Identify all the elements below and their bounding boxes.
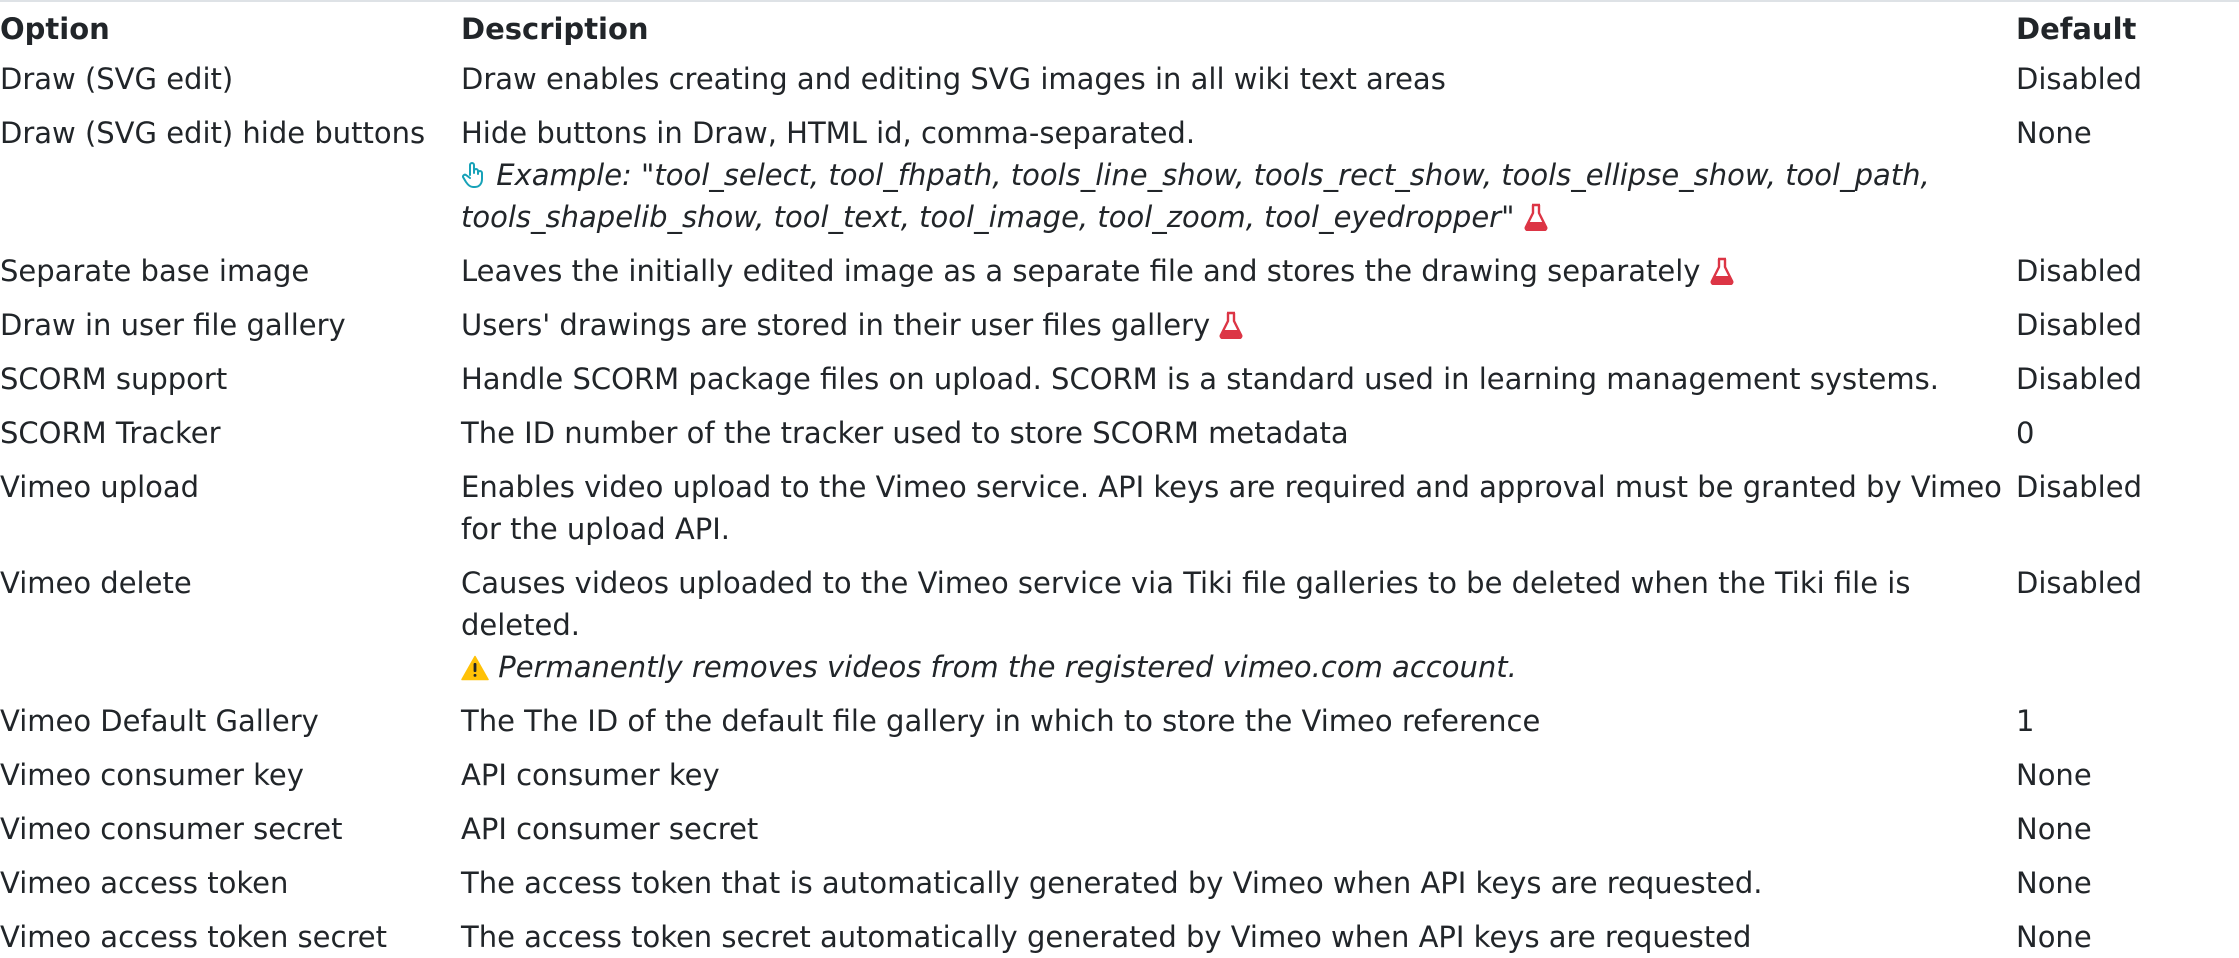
example-note: Example: "tool_select, tool_fhpath, tool… [461, 154, 2008, 238]
pointing-hand-icon [461, 161, 487, 189]
default-cell: None [2016, 116, 2092, 150]
table-wrapper: Option Description Default Draw (SVG edi… [0, 0, 2237, 958]
description-cell: Draw enables creating and editing SVG im… [461, 62, 1446, 96]
description-cell: Causes videos uploaded to the Vimeo serv… [453, 558, 2008, 696]
description-text: Users' drawings are stored in their user… [461, 308, 1211, 342]
warning-note: Permanently removes videos from the regi… [461, 646, 2008, 688]
option-cell: Vimeo access token [0, 866, 289, 900]
option-cell: Vimeo delete [0, 566, 192, 600]
option-cell: Separate base image [0, 254, 310, 288]
description-cell: The access token that is automatically g… [461, 866, 1763, 900]
description-cell: Hide buttons in Draw, HTML id, comma-sep… [453, 108, 2008, 246]
description-cell: The access token secret automatically ge… [461, 920, 1752, 954]
description-cell: The The ID of the default file gallery i… [461, 704, 1541, 738]
preferences-page: Option Description Default Draw (SVG edi… [0, 0, 2239, 958]
table-row: Vimeo consumer key API consumer key None [0, 750, 2237, 804]
default-cell: Disabled [2016, 254, 2142, 288]
table-row: Separate base image Leaves the initially… [0, 246, 2237, 300]
description-cell: Handle SCORM package files on upload. SC… [461, 362, 1939, 396]
warning-triangle-icon [461, 655, 489, 681]
table-row: SCORM Tracker The ID number of the track… [0, 408, 2237, 462]
table-row: SCORM support Handle SCORM package files… [0, 354, 2237, 408]
description-text: Leaves the initially edited image as a s… [461, 254, 1701, 288]
example-end: " [1501, 200, 1515, 234]
header-default: Default [2016, 12, 2137, 46]
table-row: Vimeo upload Enables video upload to the… [0, 462, 2237, 558]
description-text: Causes videos uploaded to the Vimeo serv… [461, 566, 1911, 642]
default-cell: None [2016, 920, 2092, 954]
default-cell: Disabled [2016, 308, 2142, 342]
option-cell: Vimeo consumer key [0, 758, 304, 792]
description-cell: The ID number of the tracker used to sto… [461, 416, 1349, 450]
description-text: Hide buttons in Draw, HTML id, comma-sep… [461, 116, 1196, 150]
default-cell: Disabled [2016, 470, 2142, 504]
option-cell: Vimeo access token secret [0, 920, 387, 954]
header-option: Option [0, 12, 110, 46]
description-cell: Leaves the initially edited image as a s… [453, 246, 2008, 300]
option-cell: SCORM support [0, 362, 228, 396]
default-cell: None [2016, 758, 2092, 792]
table-row: Draw (SVG edit) hide buttons Hide button… [0, 108, 2237, 246]
default-cell: None [2016, 812, 2092, 846]
flask-icon [1524, 203, 1548, 231]
option-cell: Draw (SVG edit) hide buttons [0, 116, 426, 150]
description-cell: API consumer secret [461, 812, 759, 846]
example-value: tool_select, tool_fhpath, tools_line_sho… [461, 158, 1930, 234]
description-cell: Enables video upload to the Vimeo servic… [461, 470, 2002, 546]
description-cell: Users' drawings are stored in their user… [453, 300, 2008, 354]
option-cell: Draw in user file gallery [0, 308, 346, 342]
header-row: Option Description Default [0, 0, 2237, 54]
default-cell: Disabled [2016, 362, 2142, 396]
flask-icon [1219, 311, 1243, 339]
header-description: Description [461, 12, 649, 46]
preferences-table: Option Description Default Draw (SVG edi… [0, 0, 2237, 958]
table-row: Draw in user file gallery Users' drawing… [0, 300, 2237, 354]
warning-text: Permanently removes videos from the regi… [498, 650, 1517, 684]
default-cell: None [2016, 866, 2092, 900]
option-cell: Vimeo upload [0, 470, 200, 504]
table-row: Vimeo access token secret The access tok… [0, 912, 2237, 958]
table-row: Vimeo access token The access token that… [0, 858, 2237, 912]
option-cell: Draw (SVG edit) [0, 62, 234, 96]
default-cell: Disabled [2016, 62, 2142, 96]
table-row: Draw (SVG edit) Draw enables creating an… [0, 54, 2237, 108]
description-cell: API consumer key [461, 758, 720, 792]
default-cell: 1 [2016, 704, 2035, 738]
flask-icon [1710, 257, 1734, 285]
option-cell: Vimeo Default Gallery [0, 704, 319, 738]
table-body: Draw (SVG edit) Draw enables creating an… [0, 54, 2237, 958]
table-row: Vimeo delete Causes videos uploaded to t… [0, 558, 2237, 696]
option-cell: SCORM Tracker [0, 416, 221, 450]
default-cell: 0 [2016, 416, 2035, 450]
default-cell: Disabled [2016, 566, 2142, 600]
table-row: Vimeo consumer secret API consumer secre… [0, 804, 2237, 858]
table-row: Vimeo Default Gallery The The ID of the … [0, 696, 2237, 750]
option-cell: Vimeo consumer secret [0, 812, 343, 846]
example-label: Example: " [496, 158, 655, 192]
table-header: Option Description Default [0, 0, 2237, 54]
